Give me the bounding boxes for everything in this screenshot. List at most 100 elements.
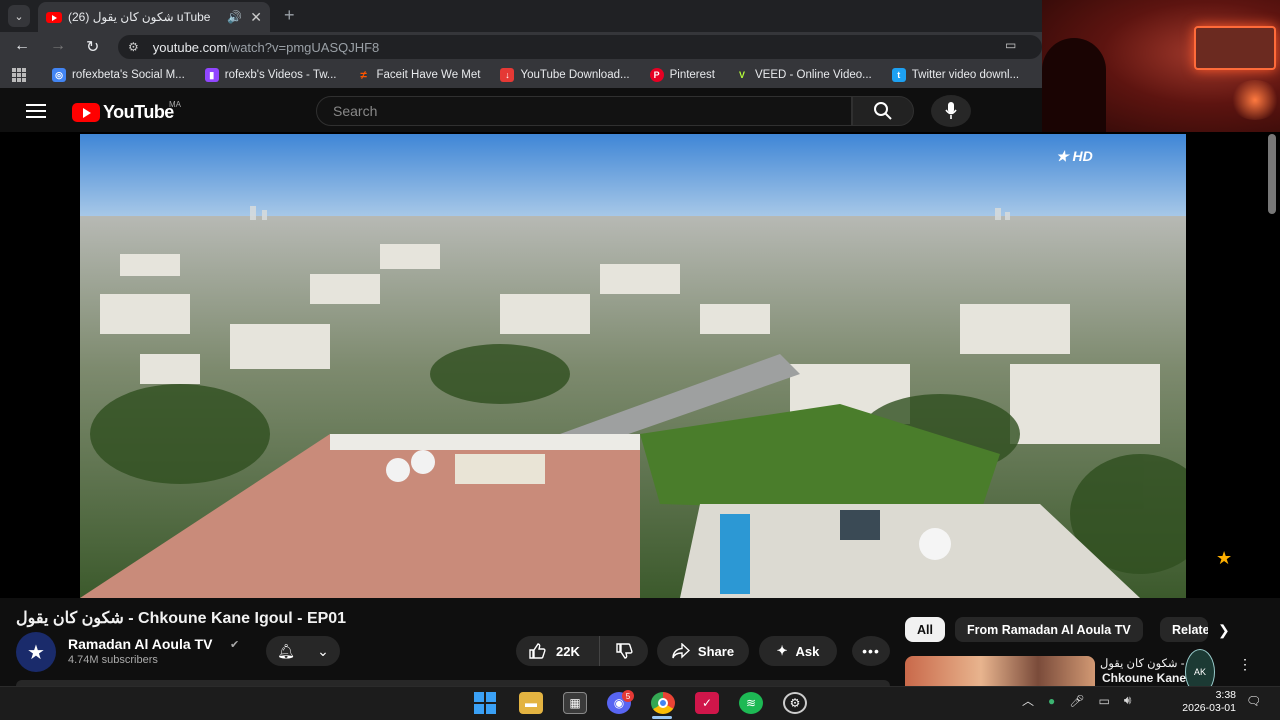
youtube-logo-icon[interactable]: [72, 103, 100, 122]
close-tab-icon[interactable]: ✕: [250, 9, 262, 26]
reload-icon[interactable]: ↻: [86, 37, 99, 57]
microphone-icon: [945, 102, 957, 119]
chevron-down-icon: ⌄: [317, 642, 329, 659]
bookmark-label: rofexb's Videos - Tw...: [224, 69, 337, 81]
dislike-button[interactable]: [600, 636, 648, 666]
volume-icon[interactable]: 🔊︎: [1124, 693, 1132, 708]
like-button[interactable]: 22K: [516, 636, 600, 666]
aerial-city-scene: [80, 134, 1186, 598]
more-actions-icon[interactable]: •••: [852, 636, 890, 666]
youtube-logo-text[interactable]: YouTube: [103, 102, 174, 123]
notification-icon[interactable]: 🗨︎: [1246, 694, 1261, 708]
app-icon-pink[interactable]: ✓: [695, 692, 719, 714]
webcam-overlay: [1042, 0, 1280, 133]
bookmark-5[interactable]: V VEED - Online Video...: [735, 68, 872, 82]
ask-button[interactable]: ✦ Ask: [759, 636, 837, 666]
share-arrow-icon: [672, 643, 690, 659]
bookmark-6[interactable]: t Twitter video downl...: [891, 68, 1020, 82]
hd-label: HD: [1072, 148, 1093, 164]
bookmark-3[interactable]: ↓ YouTube Download...: [500, 68, 630, 82]
chip-all[interactable]: All: [905, 617, 945, 642]
channel-name[interactable]: Ramadan Al Aoula TV: [68, 636, 212, 652]
network-icon[interactable]: ▭: [1099, 694, 1110, 708]
back-arrow-icon[interactable]: ←: [14, 37, 30, 55]
thumbs-up-icon: [529, 643, 546, 659]
video-frame[interactable]: [80, 134, 1186, 598]
system-tray: ︿ ● 🎤︎ ▭ 🔊︎: [1022, 692, 1131, 709]
bookmark-0[interactable]: ◎ rofexbeta's Social M...: [52, 68, 185, 82]
thumbs-down-icon: [616, 643, 633, 659]
windows-start-icon[interactable]: [474, 692, 496, 714]
download-icon: ↓: [500, 68, 515, 82]
active-app-indicator: [652, 716, 672, 719]
tray-app-icon[interactable]: ●: [1048, 694, 1055, 708]
search-input[interactable]: Search: [316, 96, 852, 126]
channel-avatar[interactable]: ★: [16, 632, 56, 672]
bell-icon: 🔔︎: [277, 642, 295, 659]
microphone-icon[interactable]: 🎤︎: [1069, 694, 1084, 708]
apps-grid-icon[interactable]: [12, 68, 26, 82]
address-bar[interactable]: ⚙ youtube.com/watch?v=pmgUASQJHF8: [118, 35, 1042, 59]
share-label: Share: [697, 643, 735, 659]
tab-search-dropdown-icon[interactable]: ⌄: [8, 5, 30, 27]
search-button[interactable]: [852, 96, 914, 126]
twitch-icon: ▮: [204, 68, 219, 82]
sparkle-icon: ✦: [776, 643, 788, 658]
tab-title: (26) شكون كان يقول uTube: [68, 10, 211, 24]
faceit-icon: ≠: [360, 68, 367, 82]
bookmark-label: YouTube Download...: [520, 69, 630, 81]
chevron-right-icon[interactable]: ❯: [1218, 622, 1230, 639]
steam-icon[interactable]: ⚙: [783, 692, 807, 714]
background-lamp: [1230, 80, 1280, 120]
country-code: MA: [169, 100, 181, 109]
new-tab-button[interactable]: +: [284, 5, 295, 26]
cast-icon[interactable]: ▭: [1005, 38, 1016, 52]
bookmark-label: Faceit Have We Met: [376, 69, 481, 81]
bookmark-1[interactable]: ▮ rofexb's Videos - Tw...: [204, 68, 337, 82]
bookmark-label: Twitter video downl...: [911, 69, 1020, 81]
background-monitor: [1194, 26, 1276, 70]
bookmark-label: VEED - Online Video...: [754, 69, 872, 81]
channel-corner-logo-icon: ★: [1216, 548, 1233, 568]
search-icon: ◎: [52, 68, 66, 82]
url-path: /watch?v=pmgUASQJHF8: [227, 39, 380, 55]
recommended-video-title-line1[interactable]: شكون كان يقول -: [1100, 656, 1185, 670]
ask-label: Ask: [795, 643, 820, 659]
video-title: شكون كان يقول - Chkoune Kane Igoul - EP0…: [16, 610, 347, 627]
channel-hd-watermark: ★ HD: [1056, 148, 1093, 164]
chevron-up-icon[interactable]: ︿: [1022, 692, 1034, 709]
bookmark-4[interactable]: P Pinterest: [649, 68, 715, 82]
page-scrollbar[interactable]: [1268, 134, 1276, 214]
site-info-icon[interactable]: ⚙: [128, 40, 139, 54]
bookmark-label: Pinterest: [669, 69, 715, 81]
forward-arrow-icon[interactable]: →: [50, 37, 66, 55]
file-explorer-icon[interactable]: ▬: [519, 692, 543, 714]
notification-bell-button[interactable]: 🔔︎ ⌄: [266, 636, 340, 666]
twitter-icon: t: [891, 68, 906, 82]
spotify-icon[interactable]: ≋: [739, 692, 763, 714]
menu-icon[interactable]: [26, 104, 46, 118]
recommended-video-thumbnail[interactable]: [905, 656, 1095, 686]
share-button[interactable]: Share: [657, 636, 749, 666]
like-count: 22K: [556, 643, 580, 659]
pinterest-icon: P: [649, 68, 664, 82]
clock-time[interactable]: 3:38: [1196, 689, 1236, 701]
recommended-video-title-line2[interactable]: Chkoune Kane Igoul: [1102, 671, 1188, 685]
clock-date[interactable]: 2026-03-01: [1173, 702, 1236, 714]
streamer-silhouette: [1042, 38, 1106, 133]
voice-search-button[interactable]: [931, 95, 971, 127]
speaker-icon[interactable]: 🔊: [227, 10, 242, 24]
discord-badge: 5: [622, 690, 634, 702]
chrome-icon[interactable]: [651, 692, 675, 714]
browser-tab-youtube[interactable]: (26) شكون كان يقول uTube 🔊 ✕: [38, 2, 270, 32]
youtube-favicon-icon: [46, 11, 62, 23]
chip-from-channel[interactable]: From Ramadan Al Aoula TV: [955, 617, 1143, 642]
bookmark-2[interactable]: ≠ Faceit Have We Met: [357, 68, 481, 82]
subscriber-count: 4.74M subscribers: [68, 654, 158, 666]
like-dislike-group: 22K: [516, 636, 648, 666]
kebab-menu-icon[interactable]: ⋮: [1238, 656, 1252, 673]
microsoft-store-icon[interactable]: ▦: [563, 692, 587, 714]
url-domain: youtube.com: [152, 39, 228, 55]
chip-related[interactable]: Related: [1160, 617, 1208, 642]
veed-icon: V: [738, 70, 745, 80]
